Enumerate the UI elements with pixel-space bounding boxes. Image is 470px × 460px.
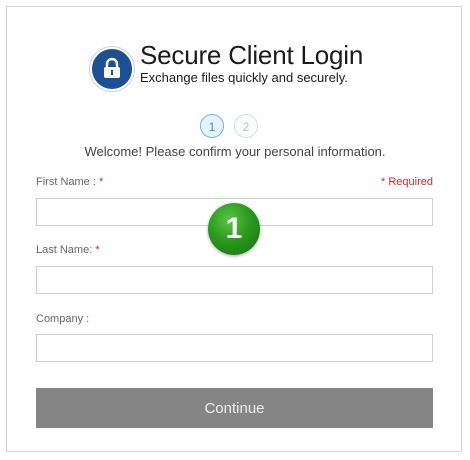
- step-1-indicator: 1: [200, 114, 224, 138]
- last-name-label: Last Name: *: [36, 244, 100, 256]
- annotation-marker: 1: [208, 203, 260, 255]
- page-title: Secure Client Login: [140, 40, 364, 70]
- welcome-message: Welcome! Please confirm your personal in…: [84, 144, 386, 159]
- company-field[interactable]: [36, 334, 433, 362]
- last-name-required-mark: *: [95, 244, 100, 256]
- last-name-field[interactable]: [36, 266, 433, 294]
- lock-icon: [90, 47, 134, 91]
- first-name-label: First Name : *: [36, 176, 103, 188]
- last-name-label-text: Last Name:: [36, 244, 93, 256]
- step-indicator: 1 2: [200, 114, 264, 140]
- page-subtitle: Exchange files quickly and securely.: [140, 70, 348, 85]
- continue-button[interactable]: Continue: [36, 388, 433, 428]
- required-note: * Required: [381, 176, 433, 188]
- company-label-text: Company :: [36, 313, 90, 325]
- step-2-indicator: 2: [234, 114, 258, 138]
- first-name-required-mark: *: [98, 176, 104, 188]
- login-header: Secure Client Login Exchange files quick…: [90, 40, 420, 91]
- first-name-label-text: First Name :: [36, 176, 96, 188]
- company-label: Company :: [36, 313, 89, 325]
